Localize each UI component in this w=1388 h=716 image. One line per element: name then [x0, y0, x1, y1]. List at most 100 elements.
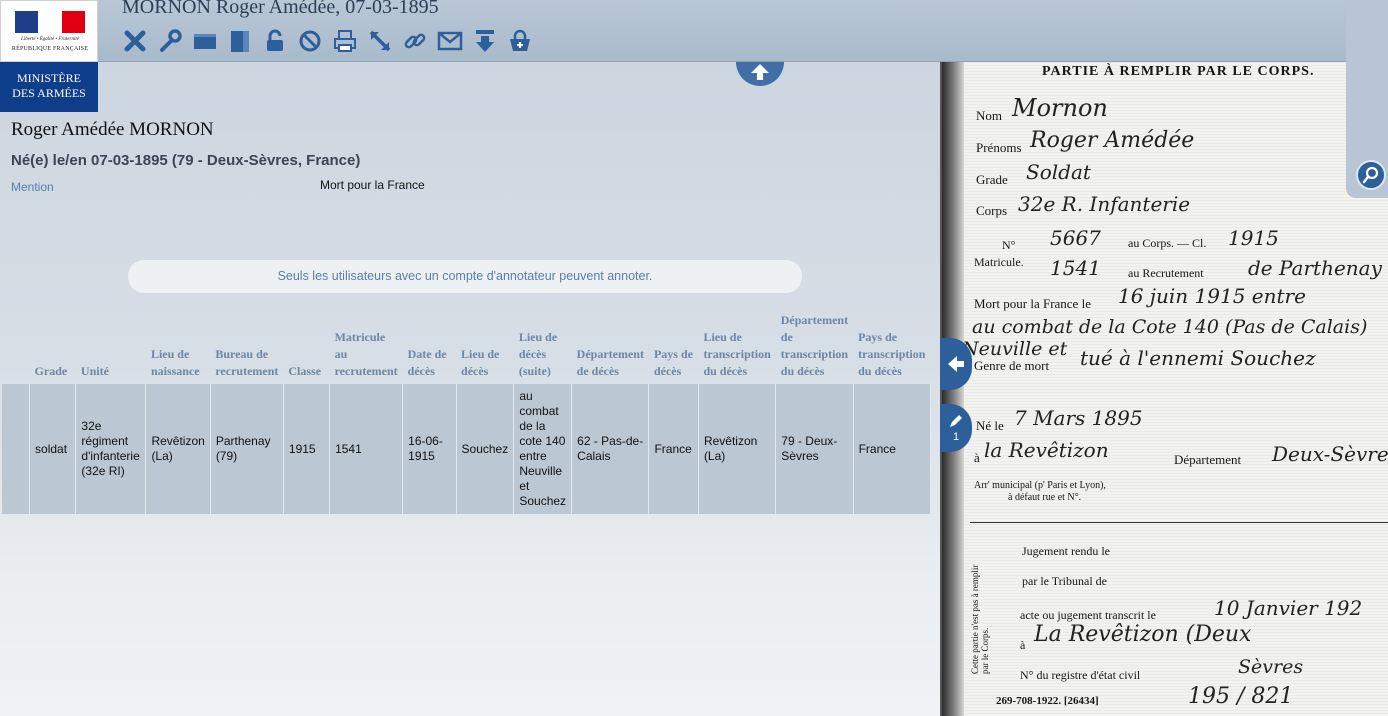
table-header: Unité: [80, 364, 109, 378]
table-cell: Parthenay (79): [210, 384, 284, 514]
top-toolbar-bar: MORNON Roger Amédée, 07-03-1895: [0, 0, 1388, 62]
doc-hand-classe: 1915: [1228, 226, 1279, 250]
table-cell: 79 - Deux-Sèvres: [775, 384, 854, 514]
horizontal-view-icon[interactable]: [190, 26, 220, 56]
table-header: Pays de transcription du décès: [858, 330, 926, 378]
doc-hand-grade: Soldat: [1026, 160, 1091, 184]
table-cell: [2, 384, 31, 514]
doc-label-registre: N° du registre d'état civil: [1020, 668, 1141, 682]
table-cell: France: [853, 384, 932, 514]
doc-label-ne-le: Né le: [976, 418, 1004, 433]
basket-add-icon[interactable]: [505, 26, 535, 56]
table-cell: 16-06-1915: [402, 384, 457, 514]
mention-value: Mort pour la France: [320, 178, 425, 192]
logo-motto: Liberté • Égalité • Fraternité: [21, 37, 79, 42]
doc-hand-sevres: Sèvres: [1238, 656, 1304, 678]
doc-label-au-corps: au Corps. — Cl.: [1128, 236, 1207, 250]
close-icon[interactable]: [120, 26, 150, 56]
doc-label-a-2: à: [1020, 638, 1026, 652]
table-cell: 1915: [283, 384, 331, 514]
ministry-logo[interactable]: Liberté • Égalité • Fraternité RÉPUBLIQU…: [0, 0, 98, 112]
table-cell: au combat de la cote 140 entre Neuville …: [513, 384, 573, 514]
table-header: Bureau de recrutement: [215, 347, 279, 378]
fullscreen-icon[interactable]: [365, 26, 395, 56]
wrench-icon[interactable]: [155, 26, 185, 56]
table-header: Lieu de décès (suite): [518, 330, 558, 378]
zoom-search-button[interactable]: [1356, 160, 1386, 190]
doc-label-genre: Genre de mort: [974, 358, 1050, 373]
french-flag-icon: [15, 11, 85, 33]
doc-label-matricule: Matricule.: [974, 255, 1024, 269]
doc-heading: PARTIE À REMPLIR PAR LE CORPS.: [1042, 64, 1315, 79]
table-cell: Revêtizon (La): [145, 384, 211, 514]
mail-icon[interactable]: [435, 26, 465, 56]
document-viewer[interactable]: PARTIE À REMPLIR PAR LE CORPS. Nom Morno…: [940, 62, 1388, 716]
pencil-icon: [950, 415, 962, 427]
table-header: [2, 312, 30, 384]
doc-label-grade: Grade: [976, 172, 1008, 187]
table-cell: 32e régiment d'infanterie (32e RI): [75, 384, 147, 514]
link-icon[interactable]: [400, 26, 430, 56]
logo-republic: RÉPUBLIQUE FRANÇAISE: [11, 46, 89, 52]
marianne-block: Liberté • Égalité • Fraternité RÉPUBLIQU…: [0, 0, 98, 62]
doc-side-note: Cette partie n'est pas à remplir par le …: [970, 564, 990, 674]
doc-hand-recrutement: de Parthenay: [1248, 256, 1382, 280]
table-cell: Souchez: [456, 384, 515, 514]
forbidden-icon[interactable]: [295, 26, 325, 56]
table-header: Lieu de naissance: [150, 347, 200, 378]
doc-label-prenoms: Prénoms: [976, 140, 1022, 155]
doc-hand-mort-lieu-2: Neuville et: [962, 338, 1068, 360]
doc-label-acte: acte ou jugement transcrit le: [1020, 608, 1156, 622]
table-header: Classe: [288, 364, 322, 378]
table-row[interactable]: soldat 32e régiment d'infanterie (32e RI…: [2, 384, 932, 514]
doc-hand-transcrit-a: La Revêtizon (Deux: [1034, 622, 1252, 647]
person-name: Roger Amédée MORNON: [11, 119, 214, 140]
doc-hand-nom: Mornon: [1012, 94, 1108, 122]
doc-label-arr: Arr' municipal (p' Paris et Lyon),: [974, 480, 1106, 491]
arrow-up-icon: [751, 64, 769, 80]
doc-label-mort: Mort pour la France le: [974, 296, 1091, 311]
print-icon[interactable]: [330, 26, 360, 56]
document-title: MORNON Roger Amédée, 07-03-1895: [122, 0, 439, 18]
table-header: Date de décès: [407, 347, 447, 378]
doc-hand-transcrit: 10 Janvier 192: [1214, 596, 1363, 620]
table-header: Lieu de décès: [461, 347, 500, 378]
annotation-notice: Seuls les utilisateurs avec un compte d'…: [128, 260, 802, 293]
doc-hand-prenoms: Roger Amédée: [1030, 128, 1195, 153]
vertical-view-icon[interactable]: [225, 26, 255, 56]
mention-label: Mention: [11, 180, 54, 194]
table-header: Grade: [34, 364, 68, 378]
table-header-row: Grade Unité Lieu de naissance Bureau de …: [2, 312, 931, 384]
doc-label-nom: Nom: [976, 108, 1002, 123]
table-cell: Revêtizon (La): [698, 384, 777, 514]
doc-label-corps: Corps: [976, 203, 1008, 218]
table-cell: soldat: [29, 384, 77, 514]
toolbar: [120, 26, 535, 56]
doc-divider: [970, 522, 1388, 523]
doc-hand-mort-lieu: au combat de la Cote 140 (Pas de Calais): [972, 316, 1368, 338]
doc-hand-ne-le: 7 Mars 1895: [1014, 406, 1143, 430]
ministry-line-1: MINISTÈRE: [17, 71, 81, 85]
doc-hand-corps: 32e R. Infanterie: [1018, 192, 1191, 216]
doc-hand-ne-a: la Revêtizon: [984, 438, 1109, 462]
doc-label-arr-2: à défaut rue et N°.: [1008, 492, 1082, 503]
doc-label-recrutement: au Recrutement: [1128, 266, 1204, 280]
table-header: Matricule au recrutement: [334, 330, 398, 378]
download-icon[interactable]: [470, 26, 500, 56]
doc-hand-no-recrutement: 1541: [1050, 256, 1101, 280]
table-header: Pays de décès: [653, 347, 693, 378]
arrow-left-icon: [948, 356, 964, 372]
table-header: Département de transcription du décès: [780, 313, 849, 378]
annotation-count: 1: [952, 431, 960, 443]
doc-label-jugement: Jugement rendu le: [1022, 544, 1110, 558]
doc-label-no: N°: [1002, 238, 1016, 252]
doc-label-a: à: [974, 450, 980, 465]
doc-hand-mort-date: 16 juin 1915 entre: [1118, 284, 1306, 308]
doc-hand-departement: Deux-Sèvres: [1272, 442, 1388, 466]
table-cell: 62 - Pas-de-Calais: [571, 384, 650, 514]
unlock-icon[interactable]: [260, 26, 290, 56]
magnifier-icon: [1362, 166, 1379, 184]
doc-hand-registre: 195 / 821: [1188, 684, 1294, 709]
doc-hand-no-corps: 5667: [1050, 226, 1101, 250]
table-header: Département de décès: [576, 347, 644, 378]
